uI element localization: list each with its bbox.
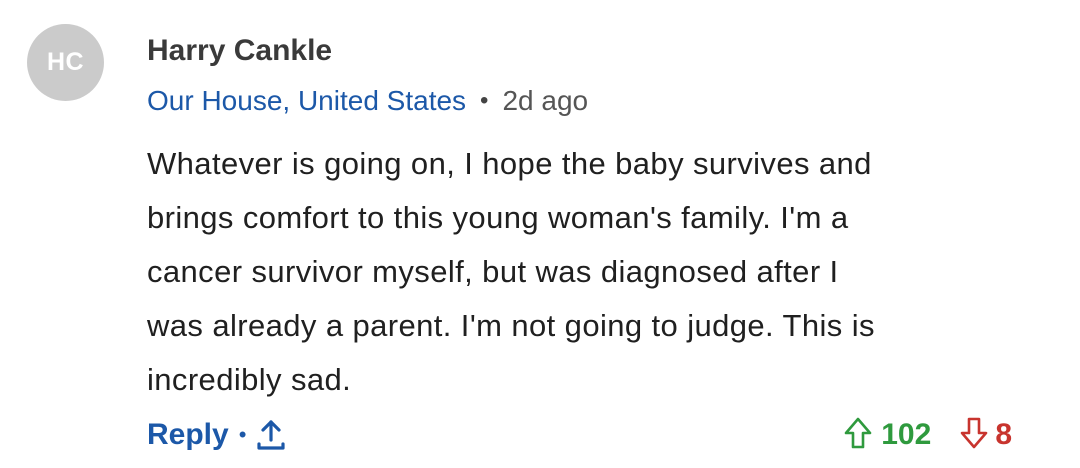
- reply-button[interactable]: Reply: [147, 418, 229, 452]
- downvote-count: 8: [995, 418, 1012, 451]
- upvote-arrow-icon: [843, 416, 873, 455]
- author-name[interactable]: Harry Cankle: [147, 32, 332, 70]
- upvote-button[interactable]: 102: [843, 416, 931, 455]
- vote-controls: 102 8: [843, 414, 1012, 456]
- meta-separator: •: [480, 87, 489, 114]
- downvote-arrow-icon: [959, 416, 989, 455]
- avatar[interactable]: HC: [27, 24, 104, 101]
- downvote-button[interactable]: 8: [959, 416, 1012, 455]
- author-location[interactable]: Our House, United States: [147, 83, 466, 119]
- upvote-count: 102: [881, 418, 932, 451]
- comment-actions: Reply •: [147, 414, 286, 456]
- comment-text: Whatever is going on, I hope the baby su…: [147, 146, 875, 397]
- avatar-initials: HC: [46, 48, 85, 76]
- share-up-arrow-icon[interactable]: [256, 418, 286, 452]
- actions-separator: •: [238, 422, 247, 447]
- comment-timestamp: 2d ago: [502, 85, 589, 116]
- comment-card: HC Harry Cankle Our House, United States…: [0, 0, 1080, 468]
- comment-meta: Our House, United States • 2d ago: [147, 83, 588, 119]
